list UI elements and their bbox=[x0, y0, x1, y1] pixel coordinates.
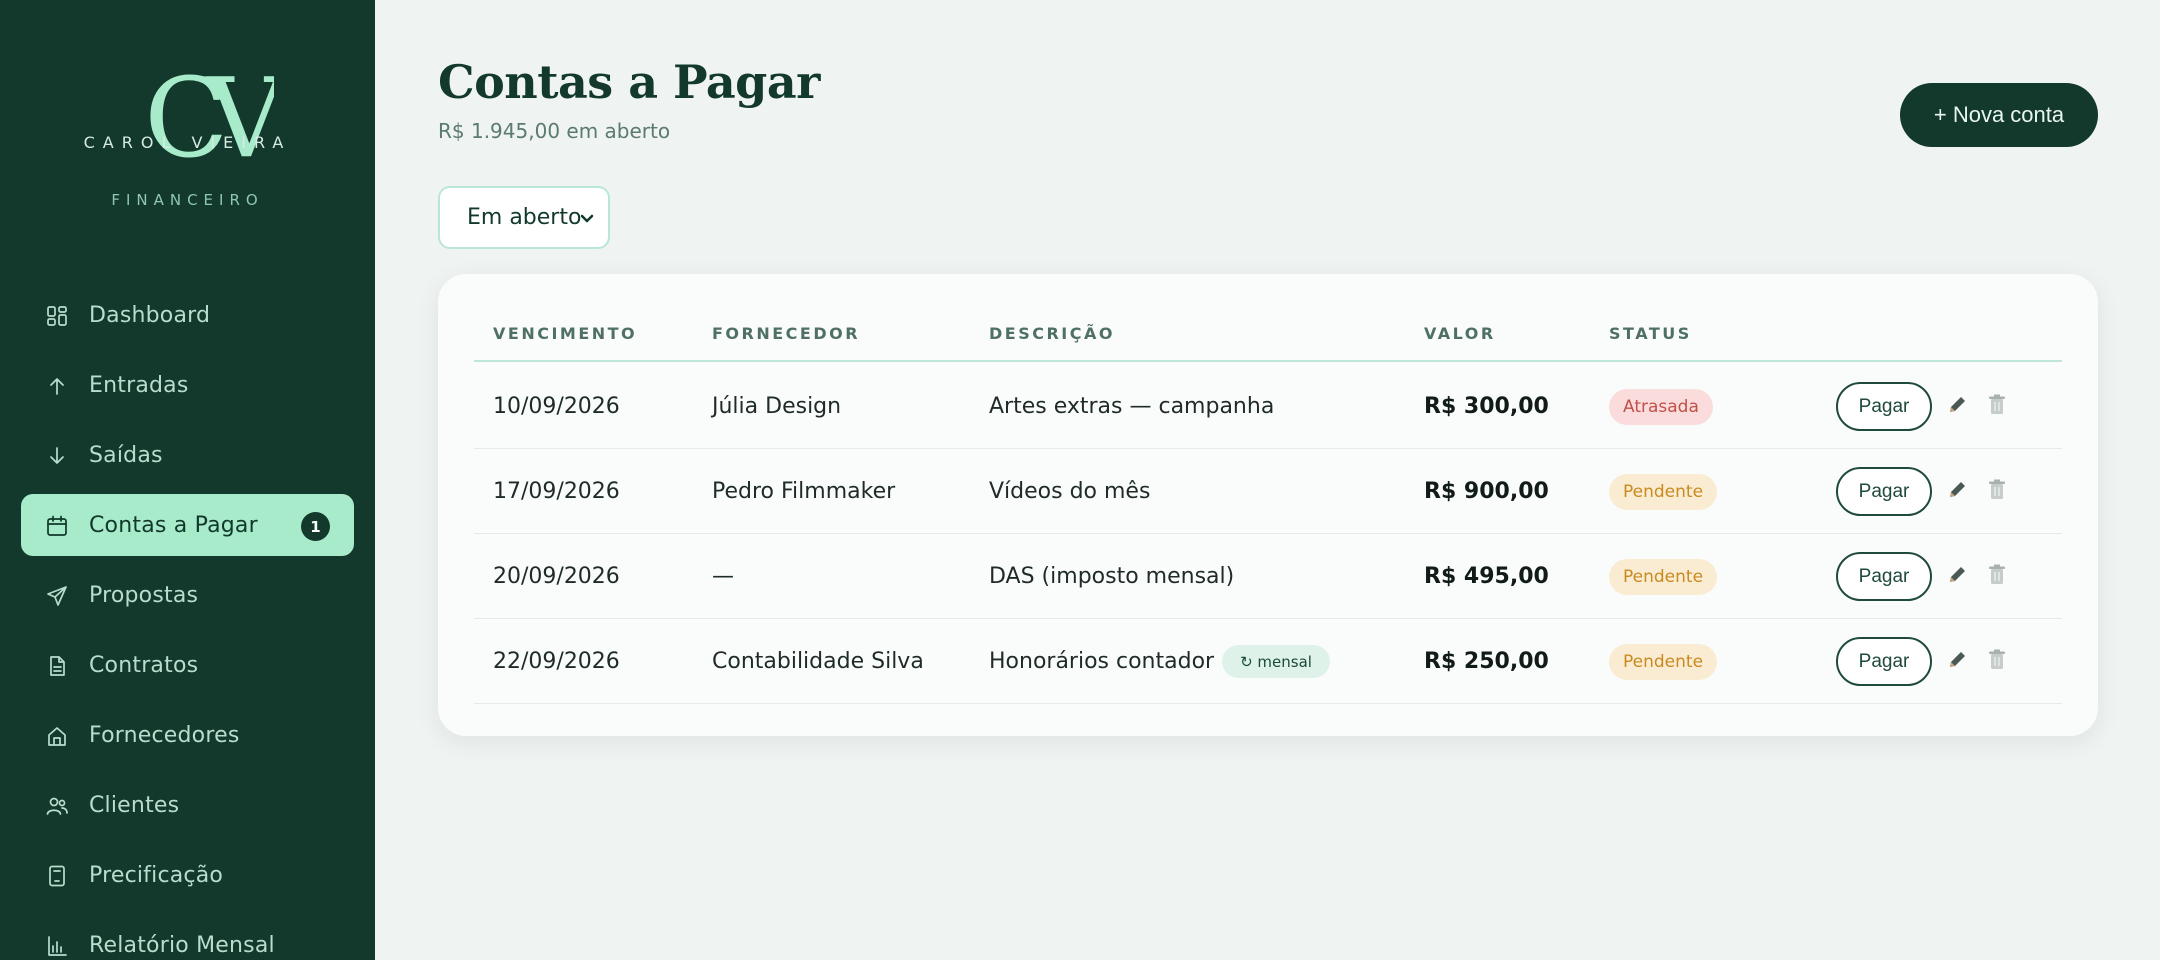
brand-name: CAROL VIEIRA bbox=[83, 133, 292, 152]
calculator-icon bbox=[49, 865, 65, 887]
pay-button[interactable]: Pagar bbox=[1836, 382, 1932, 431]
sidebar-item-relatorio-mensal[interactable]: Relatório Mensal bbox=[21, 914, 354, 960]
status-cell: Pendente bbox=[1609, 534, 1718, 619]
pay-button[interactable]: Pagar bbox=[1836, 467, 1932, 516]
sidebar-item-label: Dashboard bbox=[89, 302, 211, 328]
description-text: Honorários contador bbox=[989, 649, 1215, 674]
description-cell: Vídeos do mês bbox=[989, 449, 1150, 534]
new-bill-button[interactable]: + Nova conta bbox=[1900, 83, 2098, 147]
trash-icon[interactable] bbox=[1988, 564, 2006, 586]
store-icon bbox=[48, 727, 66, 746]
amount: R$ 495,00 bbox=[1424, 564, 1549, 589]
brand-logo: CV CAROL VIEIRA FINANCEIRO bbox=[0, 60, 375, 230]
supplier-name: Contabilidade Silva bbox=[712, 649, 924, 674]
sidebar-item-label: Fornecedores bbox=[89, 722, 240, 748]
users-icon bbox=[46, 797, 68, 815]
edit-pencil-icon[interactable] bbox=[1946, 479, 1968, 501]
sidebar-item-propostas[interactable]: Propostas bbox=[21, 564, 354, 626]
pending-count-badge: 1 bbox=[301, 512, 330, 541]
sidebar-item-entradas[interactable]: Entradas bbox=[21, 354, 354, 416]
status-cell: Pendente bbox=[1609, 449, 1718, 534]
sidebar-item-label: Saídas bbox=[89, 442, 163, 468]
sidebar-item-label: Precificação bbox=[89, 862, 224, 888]
supplier-name: Pedro Filmmaker bbox=[712, 479, 896, 504]
status-badge: Atrasada bbox=[1609, 388, 1713, 425]
page-title: Contas a Pagar bbox=[438, 55, 820, 109]
sidebar: CV CAROL VIEIRA FINANCEIRO Dashboard Entr… bbox=[0, 0, 375, 960]
brand-subtitle: FINANCEIRO bbox=[111, 191, 264, 209]
sidebar-nav: Dashboard Entradas Saídas Contas a Pagar 1 Pr… bbox=[21, 284, 354, 960]
supplier-name: Júlia Design bbox=[712, 394, 842, 419]
send-icon bbox=[47, 586, 67, 606]
chevron-down-icon bbox=[580, 214, 594, 223]
sidebar-item-contas-a-pagar[interactable]: Contas a Pagar 1 bbox=[21, 494, 354, 556]
status-badge: Pendente bbox=[1609, 558, 1718, 595]
description-cell: DAS (imposto mensal) bbox=[989, 534, 1234, 619]
description-cell: Artes extras — campanha bbox=[989, 364, 1274, 449]
edit-pencil-icon[interactable] bbox=[1946, 649, 1968, 671]
edit-pencil-icon[interactable] bbox=[1946, 394, 1968, 416]
sidebar-item-label: Entradas bbox=[89, 372, 189, 398]
status-cell: Atrasada bbox=[1609, 364, 1713, 449]
sidebar-item-contratos[interactable]: Contratos bbox=[21, 634, 354, 696]
status-filter-select[interactable]: Em aberto bbox=[438, 186, 610, 249]
arrow-down-icon bbox=[50, 447, 64, 464]
status-badge: Pendente bbox=[1609, 643, 1718, 680]
logo-monogram: CV bbox=[144, 60, 274, 170]
description-text: Vídeos do mês bbox=[989, 479, 1151, 504]
bills-table: VENCIMENTO FORNECEDOR DESCRIÇÃO VALOR ST… bbox=[438, 274, 2098, 736]
col-value: VALOR bbox=[1424, 324, 1496, 343]
status-filter-value: Em aberto bbox=[467, 205, 582, 230]
table-row: 20/09/2026 — DAS (imposto mensal) R$ 495,00… bbox=[474, 534, 2062, 619]
due-date: 10/09/2026 bbox=[493, 394, 620, 419]
sidebar-item-label: Contratos bbox=[89, 652, 199, 678]
sidebar-item-label: Propostas bbox=[89, 582, 199, 608]
status-badge: Pendente bbox=[1609, 473, 1718, 510]
trash-icon[interactable] bbox=[1988, 394, 2006, 416]
open-total: R$ 1.945,00 em aberto bbox=[438, 119, 671, 143]
col-due: VENCIMENTO bbox=[493, 324, 638, 343]
edit-pencil-icon[interactable] bbox=[1946, 564, 1968, 586]
supplier-name: — bbox=[712, 564, 734, 589]
sidebar-item-label: Relatório Mensal bbox=[89, 932, 275, 958]
document-icon bbox=[50, 656, 65, 676]
amount: R$ 300,00 bbox=[1424, 394, 1549, 419]
due-date: 22/09/2026 bbox=[493, 649, 620, 674]
status-cell: Pendente bbox=[1609, 619, 1718, 704]
due-date: 20/09/2026 bbox=[493, 564, 620, 589]
due-date: 17/09/2026 bbox=[493, 479, 620, 504]
sidebar-item-label: Clientes bbox=[89, 792, 180, 818]
pay-button[interactable]: Pagar bbox=[1836, 552, 1932, 601]
table-header: VENCIMENTO FORNECEDOR DESCRIÇÃO VALOR ST… bbox=[474, 274, 2062, 362]
trash-icon[interactable] bbox=[1988, 479, 2006, 501]
description-text: DAS (imposto mensal) bbox=[989, 564, 1235, 589]
table-row: 10/09/2026 Júlia Design Artes extras — cam… bbox=[474, 364, 2062, 449]
recurring-tag: ↻ mensal bbox=[1222, 645, 1330, 678]
sidebar-item-clientes[interactable]: Clientes bbox=[21, 774, 354, 836]
col-supplier: FORNECEDOR bbox=[712, 324, 861, 343]
arrow-up-icon bbox=[50, 378, 64, 395]
amount: R$ 250,00 bbox=[1424, 649, 1549, 674]
col-description: DESCRIÇÃO bbox=[989, 324, 1115, 343]
sidebar-item-precificacao[interactable]: Precificação bbox=[21, 844, 354, 906]
col-status: STATUS bbox=[1609, 324, 1692, 343]
svg-text:CV: CV bbox=[144, 60, 274, 170]
trash-icon[interactable] bbox=[1988, 649, 2006, 671]
sidebar-item-label: Contas a Pagar bbox=[89, 512, 258, 538]
sidebar-item-saidas[interactable]: Saídas bbox=[21, 424, 354, 486]
sidebar-item-fornecedores[interactable]: Fornecedores bbox=[21, 704, 354, 766]
description-text: Artes extras — campanha bbox=[989, 394, 1275, 419]
amount: R$ 900,00 bbox=[1424, 479, 1549, 504]
pay-button[interactable]: Pagar bbox=[1836, 637, 1932, 686]
sidebar-item-dashboard[interactable]: Dashboard bbox=[21, 284, 354, 346]
table-row: 17/09/2026 Pedro Filmmaker Vídeos do mês R$… bbox=[474, 449, 2062, 534]
table-row: 22/09/2026 Contabilidade Silva Honorários … bbox=[474, 619, 2062, 704]
dashboard-icon bbox=[47, 306, 67, 326]
bar-chart-icon bbox=[48, 936, 67, 956]
calendar-icon bbox=[47, 515, 67, 536]
description-cell: Honorários contador ↻ mensal bbox=[989, 619, 1330, 704]
